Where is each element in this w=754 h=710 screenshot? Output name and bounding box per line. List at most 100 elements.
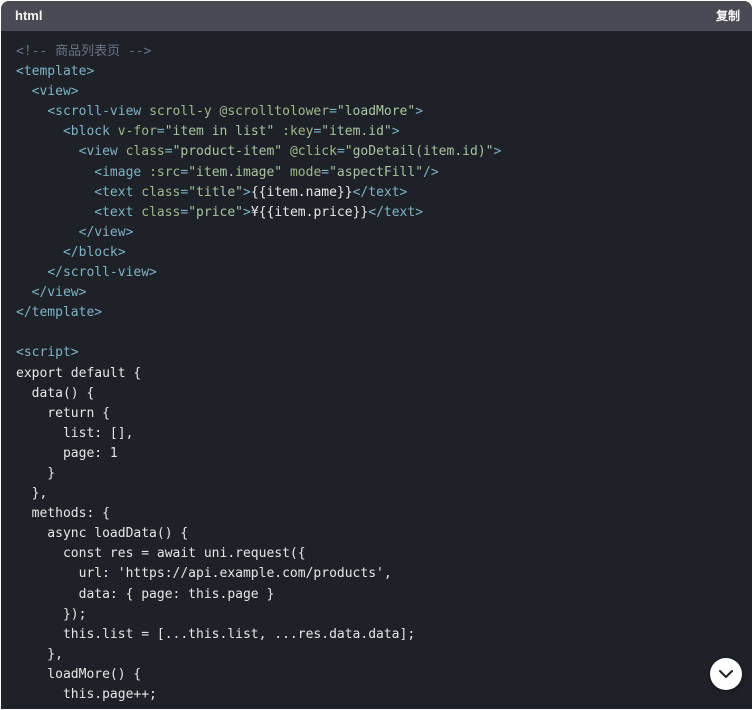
- code-token: }: [16, 465, 56, 481]
- code-line: <view class="product-item" @click="goDet…: [16, 142, 502, 162]
- code-line: <text class="title">{{item.name}}</text>: [16, 183, 501, 203]
- code-token: =: [164, 144, 173, 160]
- code-token: >: [243, 184, 251, 200]
- code-line: const res = await uni.request({: [16, 544, 501, 564]
- code-token: },: [16, 486, 48, 502]
- code-token: ¥{{item.price}}: [250, 204, 369, 220]
- language-label: html: [15, 8, 43, 23]
- code-token: {{item.name}}: [250, 184, 353, 200]
- code-token: @click: [289, 144, 337, 160]
- code-token: },: [16, 646, 63, 662]
- code-line: data: { page: this.page }: [16, 585, 501, 605]
- code-line: url: 'https://api.example.com/products',: [16, 564, 501, 584]
- scroll-to-bottom-button[interactable]: [710, 658, 742, 690]
- code-token: =: [321, 164, 330, 180]
- code-line: <script>: [16, 343, 501, 363]
- code-line: list: [],: [16, 424, 501, 444]
- code-token: </template>: [16, 305, 103, 321]
- code-token: v-for: [117, 124, 157, 140]
- code-token: loadMore() {: [16, 666, 142, 682]
- code-token: :key: [282, 124, 314, 140]
- code-token: class: [141, 204, 181, 220]
- code-token: this.list = [...this.list, ...res.data.d…: [16, 626, 416, 642]
- code-line: </block>: [16, 243, 501, 263]
- code-token: <script>: [16, 345, 79, 361]
- code-token: "item.id": [321, 124, 392, 140]
- code-token: "item in list": [164, 124, 275, 140]
- code-token: list: [],: [16, 425, 134, 441]
- code-line: <template>: [16, 62, 501, 82]
- code-line: </scroll-view>: [16, 263, 501, 283]
- code-token: <text: [94, 204, 142, 220]
- code-token: </scroll-view>: [47, 265, 157, 281]
- code-line: },: [16, 484, 501, 504]
- code-token: page: 1: [16, 445, 118, 461]
- code-line: loadMore() {: [16, 665, 501, 685]
- code-token: </text>: [368, 204, 424, 220]
- code-token: :src: [149, 164, 181, 180]
- code-token: data() {: [16, 385, 95, 401]
- code-token: mode: [289, 164, 322, 180]
- code-token: url: 'https://api.example.com/products',: [16, 566, 392, 582]
- code-token: <view: [78, 144, 126, 160]
- code-token: >: [493, 144, 502, 160]
- code-line: </template>: [16, 303, 501, 323]
- code-token: return {: [16, 405, 110, 421]
- code-token: });: [16, 606, 87, 622]
- code-token: <scroll-view: [47, 104, 150, 120]
- code-token: "item.image": [188, 164, 283, 180]
- code-line: <text class="price">¥{{item.price}}</tex…: [16, 203, 501, 223]
- code-line: <view>: [16, 82, 501, 102]
- code-token: "loadMore": [336, 104, 416, 120]
- code-line: <image :src="item.image" mode="aspectFil…: [16, 163, 501, 183]
- copy-button[interactable]: 复制: [716, 8, 740, 24]
- code-token: "goDetail(item.id)": [344, 144, 494, 160]
- code-header: html 复制: [1, 1, 752, 31]
- code-token: >: [243, 204, 251, 220]
- code-line: async loadData() {: [16, 524, 501, 544]
- code-token: <image: [94, 164, 150, 180]
- code-token: =: [329, 104, 337, 120]
- code-token: </text>: [352, 184, 408, 200]
- code-token: >: [415, 104, 424, 120]
- code-body[interactable]: <!-- 商品列表页 --> <template> <view> <scroll-…: [1, 31, 752, 709]
- code-token: "title": [188, 184, 244, 200]
- code-line: methods: {: [16, 504, 501, 524]
- code-token: class: [125, 144, 165, 160]
- code-token: data: { page: this.page }: [16, 586, 275, 602]
- code-token: scroll-y @scrolltolower: [149, 104, 330, 120]
- code-line: },: [16, 645, 501, 665]
- code-token: <block: [62, 124, 118, 140]
- code-token: <text: [94, 184, 142, 200]
- code-token: methods: {: [16, 506, 110, 522]
- code-token: =: [156, 124, 165, 140]
- code-token: "product-item": [172, 144, 283, 160]
- code-token: </view>: [78, 224, 134, 240]
- code-token: <template>: [16, 64, 95, 80]
- code-token: this.page++;: [16, 687, 157, 702]
- code-line: </view>: [16, 283, 501, 303]
- code-token: >: [391, 124, 400, 140]
- code-token: <!-- 商品列表页 -->: [16, 44, 152, 59]
- code-token: =: [336, 144, 345, 160]
- code-line: <!-- 商品列表页 -->: [16, 42, 501, 62]
- code-token: "price": [188, 204, 244, 220]
- code-token: export default {: [16, 365, 142, 381]
- code-line: </view>: [16, 223, 501, 243]
- code-line: <block v-for="item in list" :key="item.i…: [16, 122, 501, 142]
- code-token: </block>: [62, 244, 126, 260]
- code-token: const res = await uni.request({: [16, 546, 306, 562]
- code-line: <scroll-view scroll-y @scrolltolower="lo…: [16, 102, 501, 122]
